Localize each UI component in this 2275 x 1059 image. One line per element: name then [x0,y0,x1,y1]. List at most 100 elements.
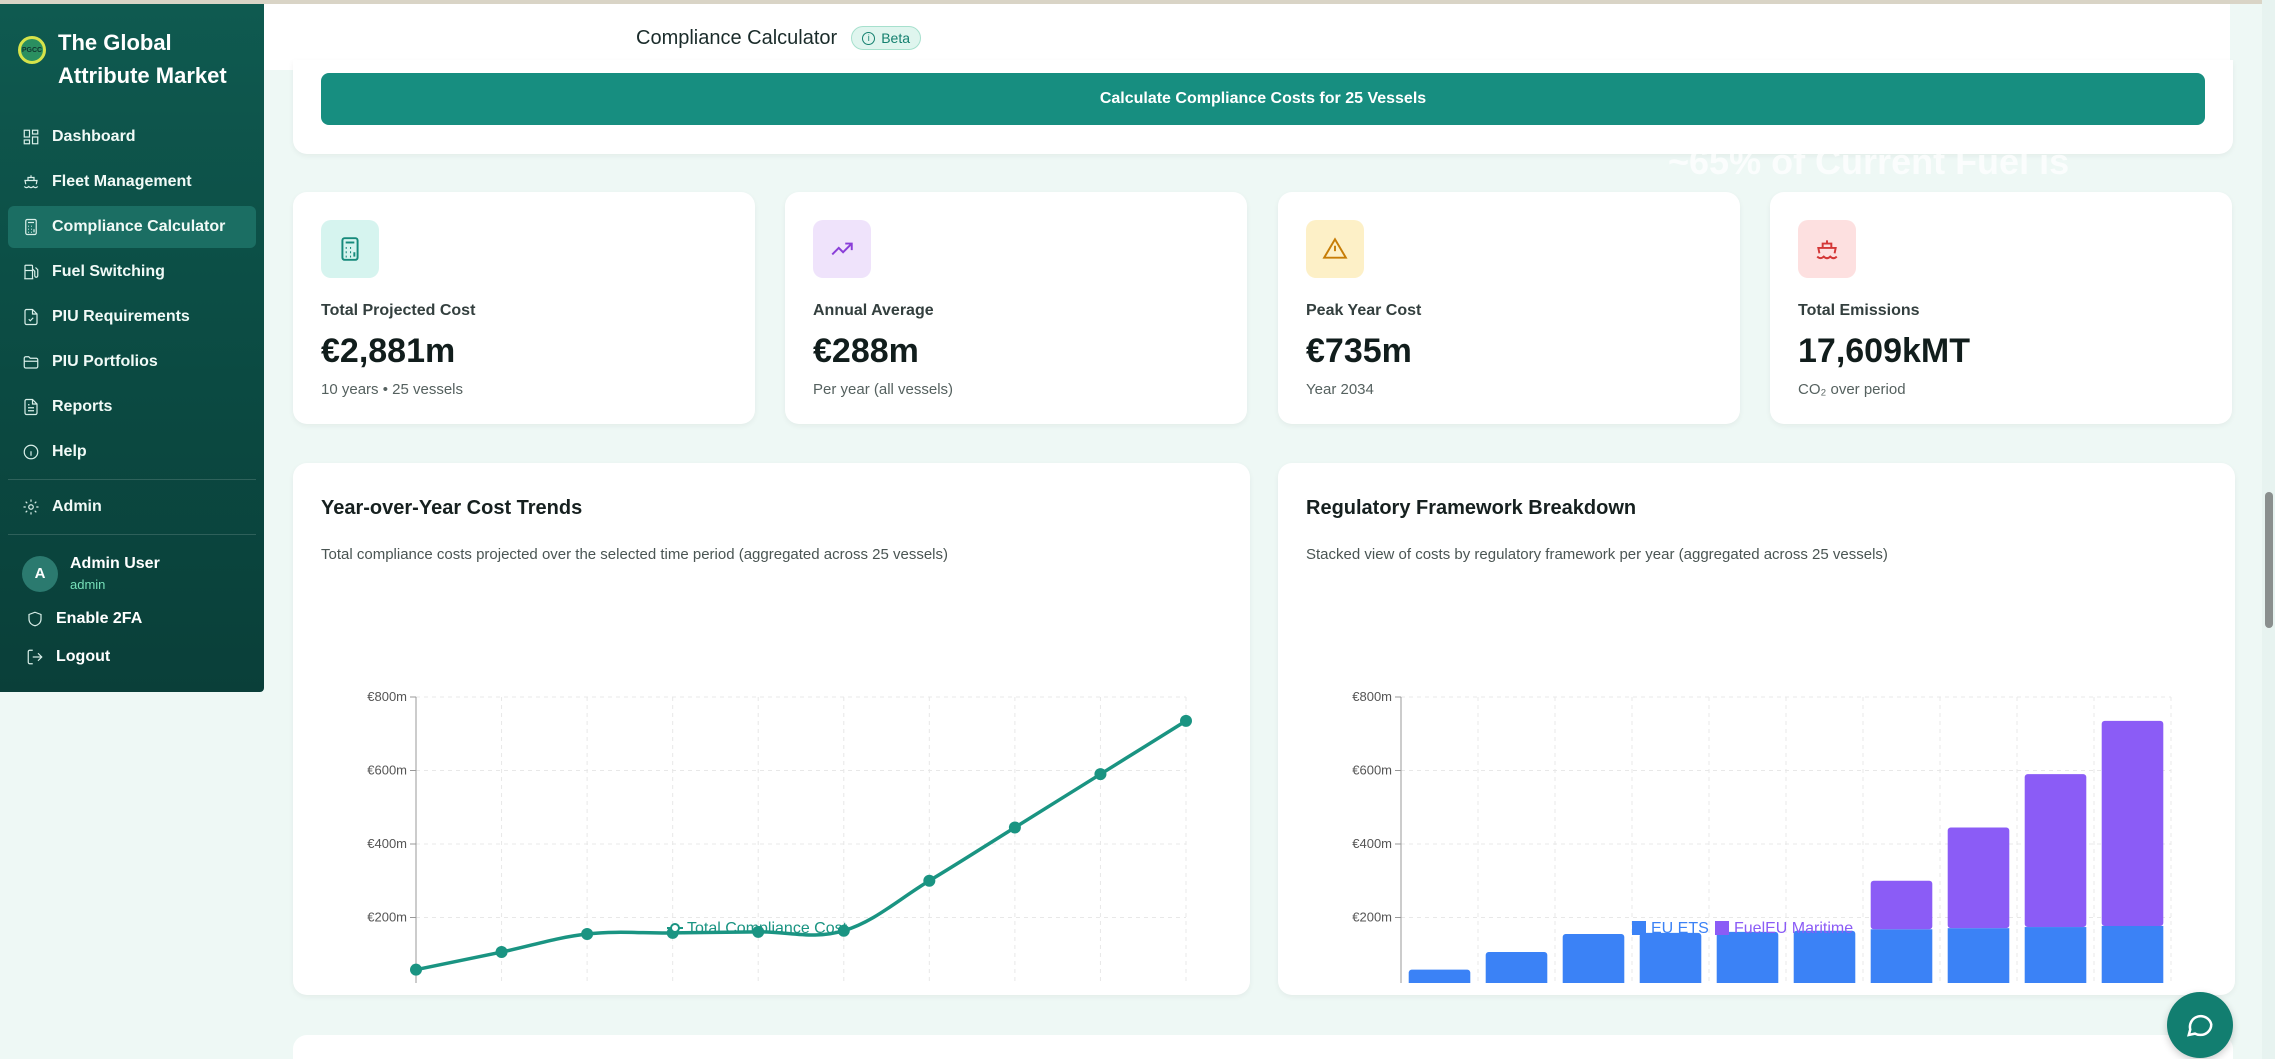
y-tick-label: €200m [1352,910,1392,925]
stat-value: €735m [1306,332,1412,370]
brand-name: The Global Attribute Market [58,30,227,88]
bar-eu-ets [1639,932,1702,983]
user-profile[interactable]: A Admin User admin [0,541,264,600]
bar-eu-ets [1716,931,1779,983]
sidebar-item-fuel-switching[interactable]: Fuel Switching [8,251,256,293]
info-icon [22,443,40,461]
stat-card-annual-average: Annual Average €288m Per year (all vesse… [785,192,1247,424]
document-icon [22,308,40,326]
sidebar-item-admin[interactable]: Admin [8,486,256,528]
sidebar-item-label: Reports [52,398,113,415]
y-tick-label: €200m [367,910,407,925]
data-point [1094,768,1107,781]
y-tick-label: €400m [367,836,407,851]
bar-fueleu-maritime [2101,720,2164,926]
legend-swatch-fueleu-maritime [1715,921,1729,935]
bar-eu-ets [1947,928,2010,983]
stat-label: Annual Average [813,302,934,319]
stat-subtext: Year 2034 [1306,381,1374,398]
stat-card-peak-year-cost: Peak Year Cost €735m Year 2034 [1278,192,1740,424]
gear-icon [22,498,40,516]
y-tick-label: €800m [367,689,407,704]
sidebar-item-label: Admin [52,498,102,515]
y-tick-label: €800m [1352,689,1392,704]
sidebar-item-reports[interactable]: Reports [8,386,256,428]
legend-label: Total Compliance Cost [687,920,848,937]
stat-value: 17,609kMT [1798,332,1970,370]
stat-subtext: 10 years • 25 vessels [321,381,463,398]
chat-icon [2187,1014,2213,1037]
data-point [495,946,508,959]
legend-swatch-eu-ets [1632,921,1646,935]
sidebar-item-piu-requirements[interactable]: PIU Requirements [8,296,256,338]
chart-legend: EU ETS FuelEU Maritime [1632,920,1853,937]
user-role: admin [70,577,106,592]
bar-eu-ets [1793,930,1856,983]
y-tick-label: €600m [367,763,407,778]
logout-icon [26,648,44,666]
data-point [923,874,936,887]
trending-up-icon [813,220,871,278]
sidebar-item-label: Fleet Management [52,173,192,190]
legend-label: FuelEU Maritime [1734,920,1853,937]
sidebar-item-fleet-management[interactable]: Fleet Management [8,161,256,203]
nav-divider [8,479,256,480]
enable-2fa-label: Enable 2FA [56,610,143,627]
page-title: Compliance Calculator [636,26,838,49]
report-icon [22,398,40,416]
sidebar-item-label: Compliance Calculator [52,218,226,235]
data-point [410,963,422,976]
beta-badge: i Beta [851,26,922,50]
sidebar-item-piu-portfolios[interactable]: PIU Portfolios [8,341,256,383]
chart-title: Year-over-Year Cost Trends [321,497,583,519]
chart-description: Total compliance costs projected over th… [321,546,948,563]
legend-label: EU ETS [1651,920,1709,937]
logout-button[interactable]: Logout [0,638,264,676]
warning-icon [1306,220,1364,278]
sidebar: PGCC The Global Attribute Market Dashboa… [0,4,264,692]
calculator-icon [321,220,379,278]
nav-divider [8,534,256,535]
calculator-icon [22,218,40,236]
sidebar-item-label: Fuel Switching [52,263,165,280]
bar-eu-ets [2101,925,2164,983]
chart-description: Stacked view of costs by regulatory fram… [1306,546,1888,563]
sidebar-nav: Dashboard Fleet Management Compliance Ca… [0,116,264,535]
bar-eu-ets [2024,927,2087,983]
sidebar-item-compliance-calculator[interactable]: Compliance Calculator [8,206,256,248]
enable-2fa-button[interactable]: Enable 2FA [0,600,264,638]
chart-legend: Total Compliance Cost [667,920,848,937]
stat-value: €288m [813,332,919,370]
stat-value: €2,881m [321,332,456,370]
data-point [1008,821,1021,834]
ship-icon [22,173,40,191]
grid-icon [22,128,40,146]
y-tick-label: €400m [1352,836,1392,851]
sidebar-item-label: Dashboard [52,128,136,145]
bar-eu-ets [1870,929,1933,983]
stat-card-total-projected-cost: Total Projected Cost €2,881m 10 years • … [293,192,755,424]
avatar: A [22,555,58,592]
info-icon: i [862,31,876,45]
stat-subtext: Per year (all vessels) [813,381,954,398]
chat-button[interactable] [2167,992,2233,1058]
sidebar-item-help[interactable]: Help [8,431,256,473]
stat-label: Peak Year Cost [1306,302,1422,319]
page-title-row: Compliance Calculator i Beta [636,26,922,50]
data-point [1180,714,1192,727]
bar-fueleu-maritime [2024,774,2087,928]
stat-subtext: CO₂ over period [1798,381,1906,398]
bar-fueleu-maritime [1947,827,2010,929]
calculate-compliance-button[interactable]: Calculate Compliance Costs for 25 Vessel… [321,73,2205,125]
sidebar-item-label: Help [52,443,87,460]
sidebar-item-dashboard[interactable]: Dashboard [8,116,256,158]
bar-eu-ets [1485,952,1548,983]
shield-icon [26,610,44,628]
y-tick-label: €600m [1352,763,1392,778]
bar-eu-ets [1408,969,1471,983]
chart-title: Regulatory Framework Breakdown [1306,497,1637,519]
ship-icon [1798,220,1856,278]
brand[interactable]: PGCC The Global Attribute Market [0,4,264,92]
scrollbar-thumb[interactable] [2265,492,2273,628]
next-section-card [293,1035,2233,1059]
